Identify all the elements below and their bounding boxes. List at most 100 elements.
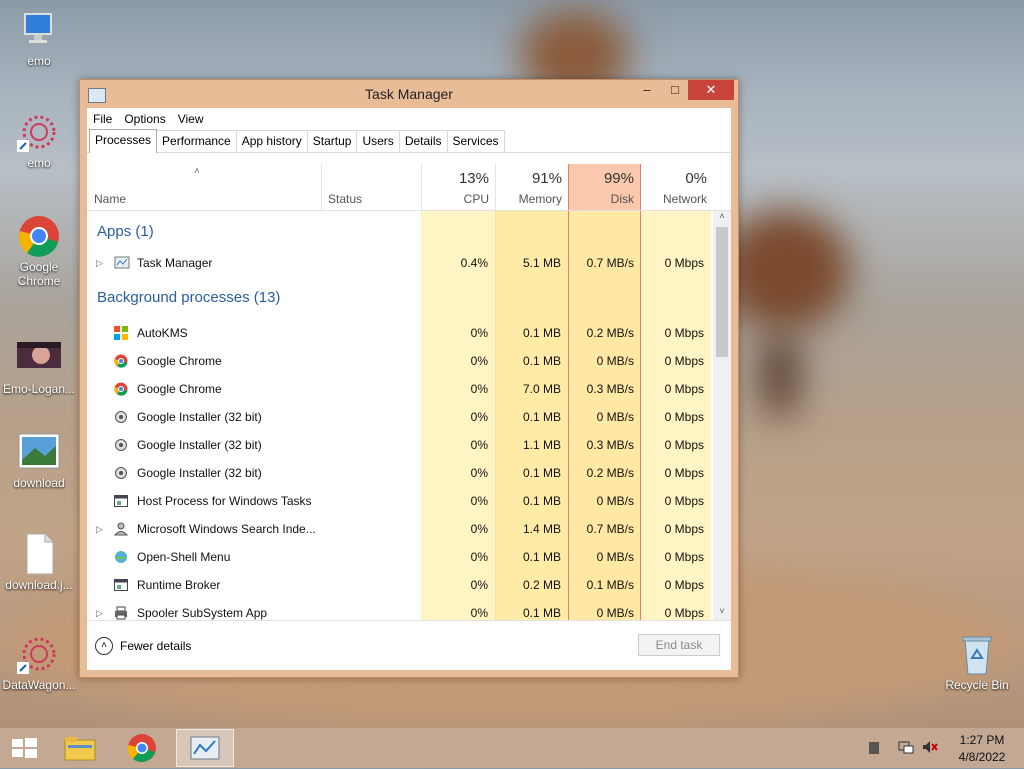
cpu-value: 0%	[470, 494, 488, 508]
table-row[interactable]: Google Installer (32 bit) 0% 1.1 MB 0.3 MB/…	[87, 431, 711, 459]
clock-time[interactable]: 1:27 PM	[952, 733, 1012, 747]
network-value: 0 Mbps	[664, 550, 704, 564]
windows-logo-icon	[12, 738, 37, 758]
table-row[interactable]: Host Process for Windows Tasks 0% 0.1 MB 0 …	[87, 487, 711, 515]
clock-date[interactable]: 4/8/2022	[952, 750, 1012, 764]
task-manager-window[interactable]: Task Manager – □ ✕ File Options View Pro…	[79, 79, 739, 678]
end-task-button[interactable]: End task	[638, 634, 720, 656]
table-row[interactable]: Open-Shell Menu 0% 0.1 MB 0 MB/s 0 Mbps	[87, 543, 711, 571]
menu-file[interactable]: File	[93, 112, 112, 126]
desktop-icon-datawagon[interactable]: DataWagon...	[1, 632, 77, 692]
process-name: Google Chrome	[137, 354, 222, 368]
desktop-icon-label: emo	[27, 54, 51, 68]
tab-details[interactable]: Details	[398, 130, 448, 152]
network-value: 0 Mbps	[664, 410, 704, 424]
memory-value: 0.1 MB	[522, 606, 561, 620]
desktop-icon-emo-logan[interactable]: Emo-Logan...	[1, 336, 77, 396]
table-row[interactable]: Runtime Broker 0% 0.2 MB 0.1 MB/s 0 Mbps	[87, 571, 711, 599]
memory-value: 5.1 MB	[522, 256, 561, 270]
file-explorer-button[interactable]	[62, 734, 98, 762]
maximize-button[interactable]: □	[662, 80, 688, 100]
column-network[interactable]: 0% Network	[641, 164, 713, 210]
column-name[interactable]: ˄ Name	[87, 164, 321, 210]
task-manager-icon	[114, 256, 130, 270]
tab-performance[interactable]: Performance	[156, 130, 237, 152]
disk-value: 0.3 MB/s	[586, 382, 634, 396]
tray-square-icon[interactable]	[869, 742, 879, 754]
title-bar[interactable]: Task Manager – □ ✕	[80, 80, 738, 108]
network-tray-icon[interactable]	[898, 740, 914, 754]
minimize-button[interactable]: –	[632, 80, 662, 100]
desktop-icon-download[interactable]: download	[1, 430, 77, 490]
close-button[interactable]: ✕	[688, 80, 734, 100]
network-value: 0 Mbps	[664, 494, 704, 508]
column-status[interactable]: Status	[321, 164, 421, 210]
cpu-value: 0%	[470, 578, 488, 592]
table-row[interactable]: Google Installer (32 bit) 0% 0.1 MB 0 MB/s 0…	[87, 403, 711, 431]
scroll-up-icon[interactable]: ˄	[713, 211, 731, 225]
table-row[interactable]: ▷ Spooler SubSystem App 0% 0.1 MB 0 MB/s 0 Mb…	[87, 599, 711, 620]
memory-value: 0.1 MB	[522, 466, 561, 480]
menu-options[interactable]: Options	[124, 112, 165, 126]
column-cpu[interactable]: 13% CPU	[421, 164, 495, 210]
group-background-label: Background processes (13)	[97, 289, 281, 306]
desktop-icon-emo-computer[interactable]: emo	[1, 8, 77, 68]
group-header-apps[interactable]: Apps (1)	[87, 214, 711, 250]
vertical-scrollbar[interactable]: ˄ ˅	[713, 211, 731, 620]
tab-startup[interactable]: Startup	[306, 130, 358, 152]
chrome-icon	[127, 734, 156, 762]
table-row[interactable]: Google Chrome 0% 7.0 MB 0.3 MB/s 0 Mbps	[87, 375, 711, 403]
task-manager-taskbar-button[interactable]	[176, 729, 234, 767]
disk-value: 0 MB/s	[596, 410, 634, 424]
cpu-value: 0%	[470, 382, 488, 396]
process-icon	[114, 410, 128, 424]
tab-services[interactable]: Services	[446, 130, 505, 152]
column-name-label: Name	[94, 192, 127, 206]
tab-processes[interactable]: Processes	[89, 129, 158, 153]
scroll-thumb[interactable]	[716, 227, 728, 357]
network-value: 0 Mbps	[664, 354, 704, 368]
volume-muted-icon[interactable]	[922, 740, 938, 754]
group-header-background[interactable]: Background processes (13)	[87, 280, 711, 316]
desktop-icon-label: Emo-Logan...	[2, 382, 76, 396]
cpu-value: 0%	[470, 326, 488, 340]
scroll-down-icon[interactable]: ˅	[713, 606, 731, 620]
table-row[interactable]: AutoKMS 0% 0.1 MB 0.2 MB/s 0 Mbps	[87, 319, 711, 347]
menu-bar: File Options View	[87, 108, 731, 130]
table-row[interactable]: ▷ Microsoft Windows Search Inde... 0% 1.4 M…	[87, 515, 711, 543]
chrome-taskbar-button[interactable]	[126, 733, 158, 763]
desktop-icon-recycle-bin[interactable]: Recycle Bin	[937, 632, 1017, 692]
process-name: Open-Shell Menu	[137, 550, 231, 564]
process-icon	[114, 326, 128, 340]
expand-arrow-icon[interactable]: ▷	[96, 515, 103, 543]
computer-icon	[17, 8, 61, 52]
cpu-value: 0%	[470, 410, 488, 424]
disk-value: 0 MB/s	[596, 494, 634, 508]
desktop-icon-download-j[interactable]: download.j...	[1, 532, 77, 592]
expand-arrow-icon[interactable]: ▷	[96, 249, 103, 277]
collapse-chevron-icon[interactable]: ˄	[95, 637, 113, 655]
sort-arrow-icon: ˄	[194, 166, 200, 177]
process-icon	[114, 494, 128, 508]
desktop-icon-emo-shortcut[interactable]: emo	[1, 110, 77, 170]
cpu-percent: 13%	[458, 170, 489, 187]
desktop-icon-label: DataWagon...	[2, 678, 76, 692]
process-name: AutoKMS	[137, 326, 188, 340]
table-row[interactable]: Google Chrome 0% 0.1 MB 0 MB/s 0 Mbps	[87, 347, 711, 375]
table-row[interactable]: Google Installer (32 bit) 0% 0.1 MB 0.2 MB/…	[87, 459, 711, 487]
table-row[interactable]: ▷ Task Manager 0.4% 5.1 MB 0.7 MB/s 0 Mb…	[87, 249, 711, 277]
tab-users[interactable]: Users	[356, 130, 400, 152]
desktop-icon-google-chrome[interactable]: Google Chrome	[1, 214, 77, 288]
column-disk[interactable]: 99% Disk	[568, 164, 641, 210]
expand-arrow-icon[interactable]: ▷	[96, 599, 103, 620]
fewer-details-link[interactable]: Fewer details	[120, 639, 191, 653]
process-name: Host Process for Windows Tasks	[137, 494, 312, 508]
start-button[interactable]	[10, 737, 38, 759]
memory-value: 7.0 MB	[522, 382, 561, 396]
disk-label: Disk	[610, 192, 634, 206]
column-memory[interactable]: 91% Memory	[495, 164, 568, 210]
menu-view[interactable]: View	[178, 112, 204, 126]
process-icon	[114, 438, 128, 452]
tab-app-history[interactable]: App history	[235, 130, 308, 152]
process-icon	[113, 522, 129, 536]
